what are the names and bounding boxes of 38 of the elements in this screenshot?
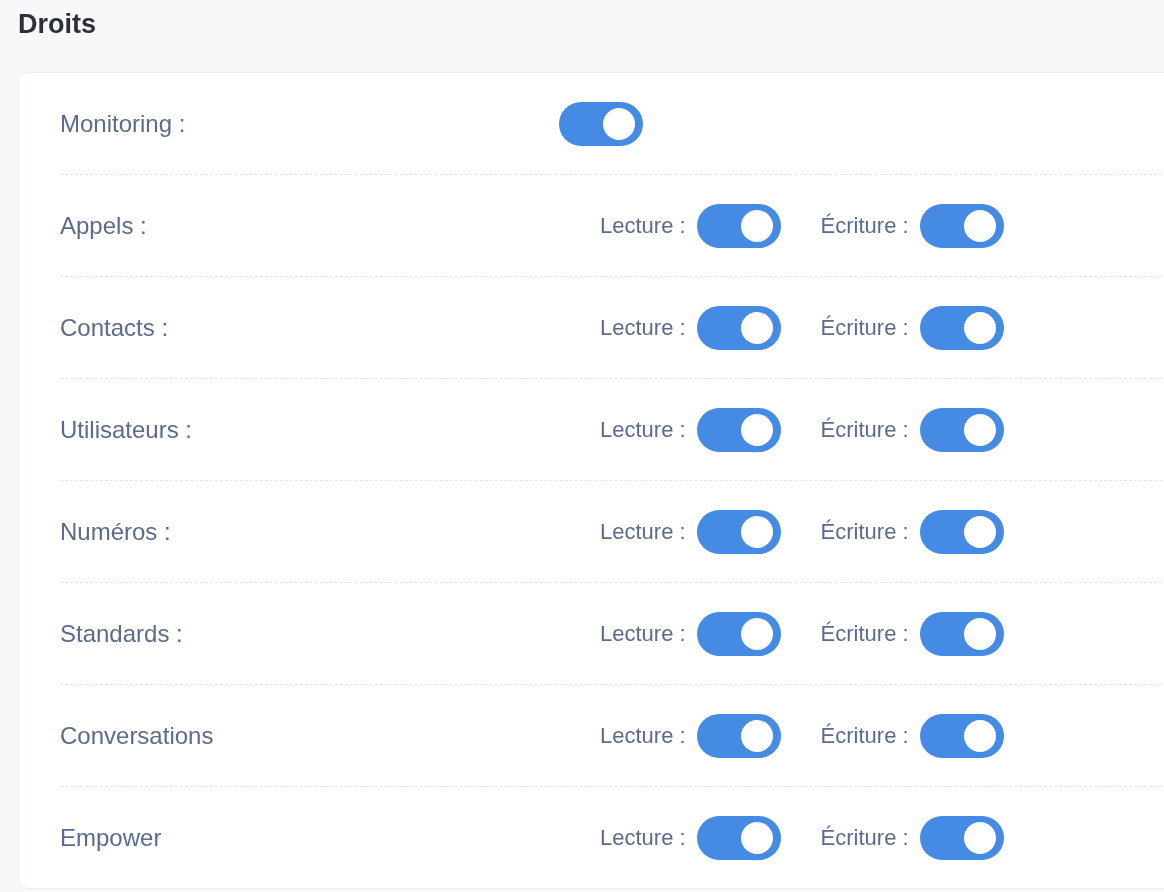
permission-label: Conversations: [60, 721, 215, 750]
toggle-label: Lecture :: [600, 416, 686, 443]
toggle-switch[interactable]: [696, 611, 781, 656]
toggle-label: Écriture :: [820, 212, 909, 239]
toggle-switch[interactable]: [919, 509, 1004, 554]
toggle-switch[interactable]: [559, 101, 643, 146]
toggle-switch[interactable]: [919, 203, 1004, 248]
permission-label: Appels :: [60, 211, 148, 240]
toggle-label: Écriture :: [820, 518, 909, 545]
toggle-label: Écriture :: [820, 722, 909, 749]
toggle-label: Lecture :: [600, 722, 686, 749]
toggle-label: Écriture :: [820, 416, 909, 443]
toggle-label: Écriture :: [820, 824, 909, 851]
permission-label: Numéros :: [60, 517, 172, 546]
permission-label: Empower: [60, 823, 163, 852]
toggle-label: Lecture :: [600, 212, 686, 239]
toggle-label: Écriture :: [820, 314, 909, 341]
toggle-label: Lecture :: [600, 314, 686, 341]
toggle-switch[interactable]: [696, 203, 781, 248]
toggle-label: Lecture :: [600, 518, 686, 545]
section-title: Droits: [18, 8, 97, 41]
toggle-switch[interactable]: [919, 815, 1004, 860]
toggle-switch[interactable]: [696, 305, 781, 350]
toggle-switch[interactable]: [919, 713, 1004, 758]
permission-label: Contacts :: [60, 313, 170, 342]
toggle-switch[interactable]: [919, 611, 1004, 656]
toggle-switch[interactable]: [696, 815, 781, 860]
toggle-switch[interactable]: [696, 713, 781, 758]
permission-label: Monitoring :: [60, 109, 187, 138]
permission-label: Utilisateurs :: [60, 415, 194, 444]
toggle-switch[interactable]: [919, 407, 1004, 452]
toggle-label: Lecture :: [600, 824, 686, 851]
permission-label: Standards :: [60, 619, 184, 648]
toggle-label: Écriture :: [820, 620, 909, 647]
toggle-switch[interactable]: [696, 407, 781, 452]
toggle-switch[interactable]: [919, 305, 1004, 350]
toggle-label: Lecture :: [600, 620, 686, 647]
toggle-switch[interactable]: [696, 509, 781, 554]
